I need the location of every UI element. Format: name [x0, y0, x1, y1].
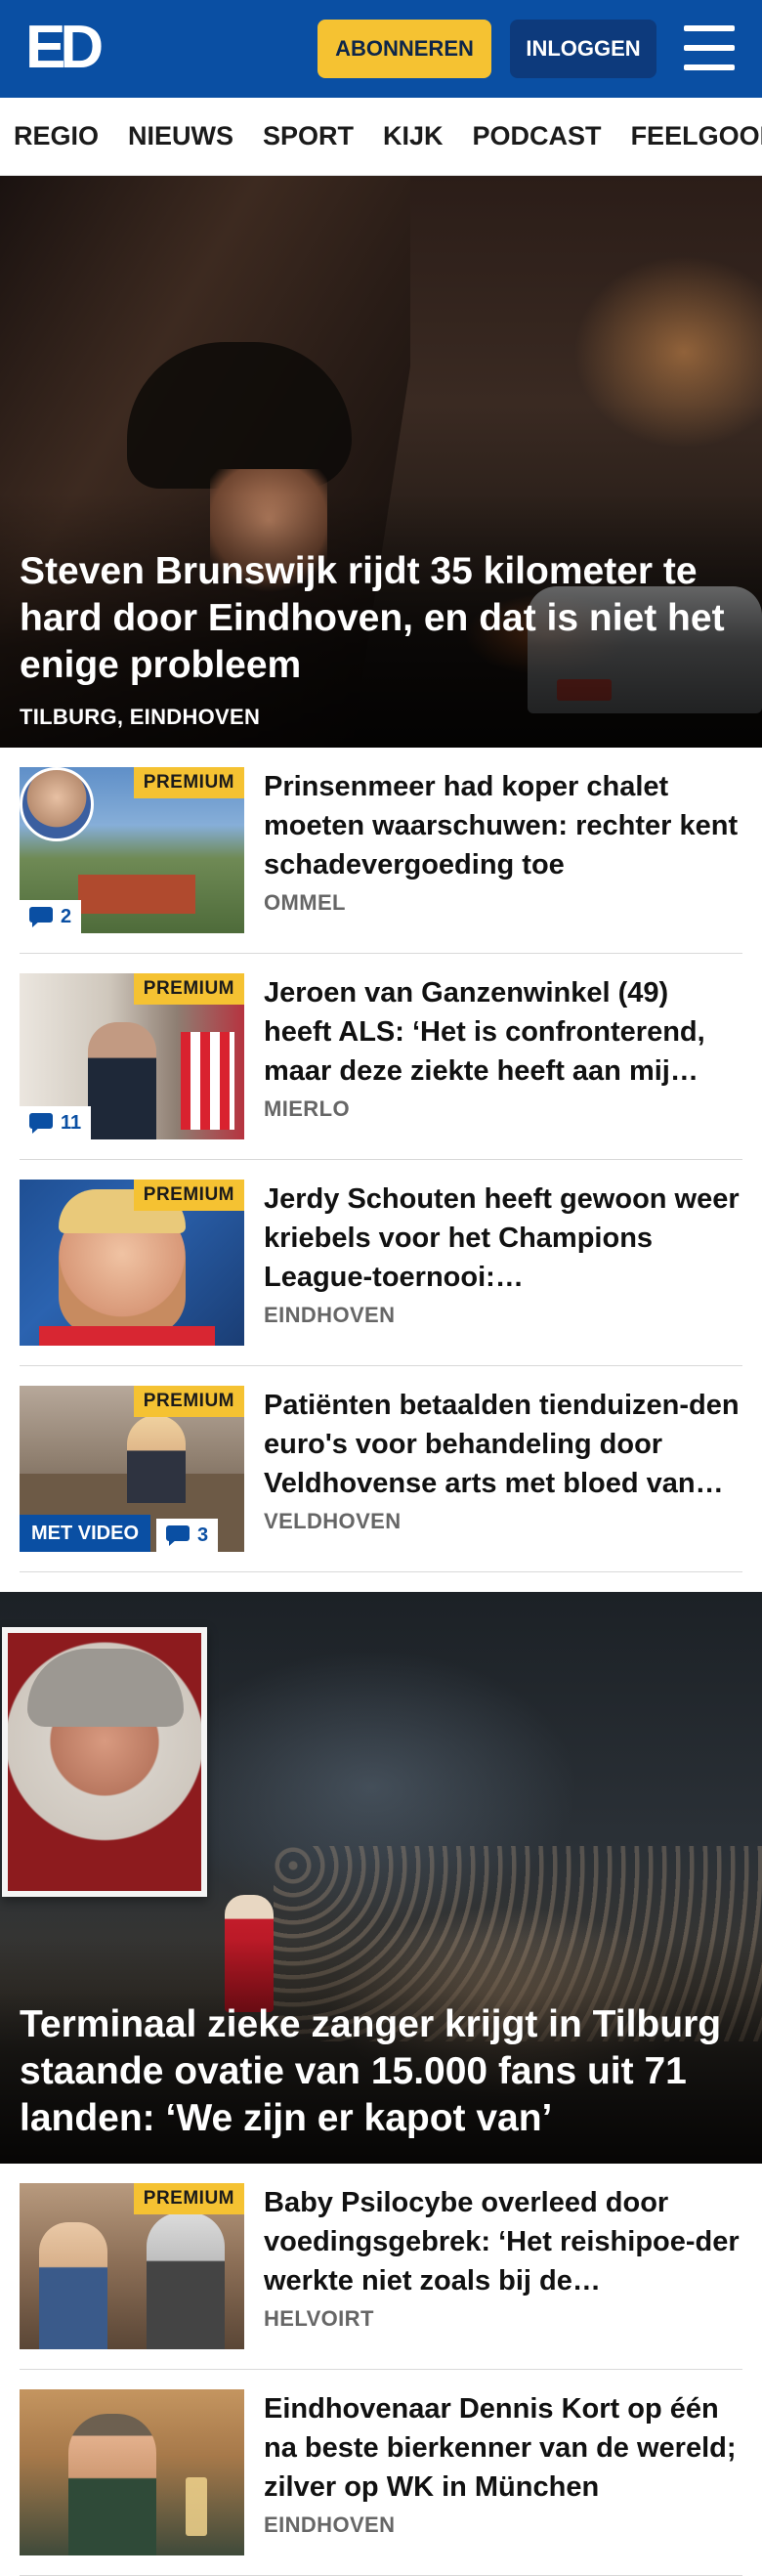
comment-count-badge[interactable]: 11 [20, 1106, 92, 1139]
nav-item-podcast[interactable]: PODCAST [473, 121, 602, 151]
article-item[interactable]: PREMIUM 2 Prinsenmeer had koper chalet m… [20, 748, 742, 954]
comment-count-badge[interactable]: 3 [156, 1519, 219, 1552]
hero-location: TILBURG, EINDHOVEN [20, 705, 261, 729]
menu-icon-bar [684, 45, 735, 51]
article-body: Jerdy Schouten heeft gewoon weer kriebel… [244, 1180, 742, 1346]
premium-badge: PREMIUM [133, 1180, 244, 1211]
article-thumbnail[interactable]: PREMIUM 2 [20, 767, 244, 933]
article-title[interactable]: Eindhovenaar Dennis Kort op één na beste… [264, 2389, 742, 2507]
thumbnail-person [68, 2414, 156, 2555]
article-title[interactable]: Jerdy Schouten heeft gewoon weer kriebel… [264, 1180, 742, 1297]
premium-badge: PREMIUM [133, 767, 244, 798]
comment-count-badge[interactable]: 2 [20, 900, 82, 933]
comment-icon [29, 1113, 53, 1134]
portrait-hair [27, 1649, 184, 1727]
comment-icon [29, 907, 53, 927]
premium-badge: PREMIUM [133, 2183, 244, 2214]
thumbnail-figure [147, 2212, 225, 2349]
article-list: PREMIUM 2 Prinsenmeer had koper chalet m… [0, 748, 762, 1572]
article-thumbnail[interactable]: PREMIUM [20, 1180, 244, 1346]
comment-count: 3 [197, 1524, 209, 1546]
hero-title[interactable]: Steven Brunswijk rijdt 35 kilometer te h… [20, 548, 742, 689]
article-body: Eindhovenaar Dennis Kort op één na beste… [244, 2389, 742, 2555]
article-item[interactable]: PREMIUM Jerdy Schouten heeft gewoon weer… [20, 1160, 742, 1366]
thumbnail-chalet [78, 875, 195, 914]
article-location: HELVOIRT [264, 2306, 374, 2331]
comment-count: 11 [61, 1111, 82, 1134]
article-body: Prinsenmeer had koper chalet moeten waar… [244, 767, 742, 933]
article-item[interactable]: PREMIUM Baby Psilocybe overleed door voe… [20, 2164, 742, 2370]
top-bar: ED ABONNEREN INLOGGEN [0, 0, 762, 98]
nav-item-regio[interactable]: REGIO [14, 121, 99, 151]
hero-article[interactable]: Steven Brunswijk rijdt 35 kilometer te h… [0, 176, 762, 748]
thumbnail-person [39, 2222, 107, 2349]
comment-count: 2 [61, 905, 72, 927]
hero-text: Steven Brunswijk rijdt 35 kilometer te h… [20, 548, 742, 730]
premium-badge: PREMIUM [133, 973, 244, 1005]
article-list-secondary: PREMIUM Baby Psilocybe overleed door voe… [0, 2164, 762, 2576]
thumbnail-person [127, 1415, 186, 1503]
site-logo[interactable]: ED [25, 18, 104, 78]
thumbnail-psv-shirt [181, 1032, 234, 1130]
nav-item-kijk[interactable]: KIJK [383, 121, 444, 151]
article-body: Patiënten betaalden tienduizen-den euro'… [244, 1386, 742, 1552]
article-location: VELDHOVEN [264, 1509, 402, 1533]
subscribe-button[interactable]: ABONNEREN [318, 20, 491, 78]
article-body: Jeroen van Ganzenwinkel (49) heeft ALS: … [244, 973, 742, 1139]
thumbnail-collar [39, 1326, 215, 1346]
article-item[interactable]: PREMIUM MET VIDEO 3 Patiënten betaalden … [20, 1366, 742, 1572]
menu-icon-bar [684, 25, 735, 31]
nav-item-nieuws[interactable]: NIEUWS [128, 121, 233, 151]
nav-item-feelgood[interactable]: FEELGOOD [631, 121, 762, 151]
article-item[interactable]: PREMIUM 11 Jeroen van Ganzenwinkel (49) … [20, 954, 742, 1160]
thumbnail-beer-glass [186, 2477, 207, 2536]
section-nav: REGIO NIEUWS SPORT KIJK PODCAST FEELGOOD [0, 98, 762, 176]
article-title[interactable]: Prinsenmeer had koper chalet moeten waar… [264, 767, 742, 884]
article-location: EINDHOVEN [264, 1303, 396, 1327]
nav-item-sport[interactable]: SPORT [263, 121, 354, 151]
article-title[interactable]: Patiënten betaalden tienduizen-den euro'… [264, 1386, 742, 1503]
article-body: Baby Psilocybe overleed door voedingsgeb… [244, 2183, 742, 2349]
article-location: OMMEL [264, 890, 346, 915]
menu-icon[interactable] [684, 25, 735, 70]
thumbnail-person [88, 1022, 156, 1139]
feature-article[interactable]: Terminaal zieke zanger krijgt in Tilburg… [0, 1592, 762, 2164]
comment-icon [166, 1525, 190, 1546]
article-thumbnail[interactable]: PREMIUM 11 [20, 973, 244, 1139]
article-location: EINDHOVEN [264, 2512, 396, 2537]
login-button[interactable]: INLOGGEN [510, 20, 656, 78]
premium-badge: PREMIUM [133, 1386, 244, 1417]
feature-inset-portrait [2, 1627, 207, 1897]
article-title[interactable]: Jeroen van Ganzenwinkel (49) heeft ALS: … [264, 973, 742, 1091]
article-item[interactable]: Eindhovenaar Dennis Kort op één na beste… [20, 2370, 742, 2576]
author-avatar [20, 767, 94, 841]
article-thumbnail[interactable] [20, 2389, 244, 2555]
article-title[interactable]: Baby Psilocybe overleed door voedingsgeb… [264, 2183, 742, 2300]
video-badge[interactable]: MET VIDEO [20, 1515, 151, 1552]
feature-title[interactable]: Terminaal zieke zanger krijgt in Tilburg… [20, 2001, 742, 2142]
article-thumbnail[interactable]: PREMIUM [20, 2183, 244, 2349]
article-location: MIERLO [264, 1096, 350, 1121]
article-thumbnail[interactable]: PREMIUM MET VIDEO 3 [20, 1386, 244, 1552]
menu-icon-bar [684, 64, 735, 70]
